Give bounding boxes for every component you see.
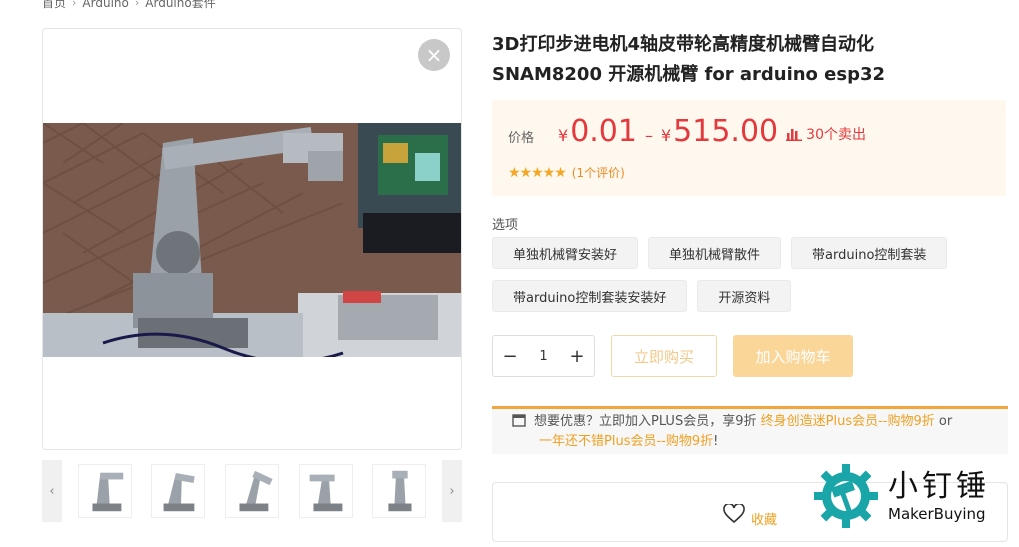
logo-chinese-name: 小钉锤 <box>888 469 990 504</box>
product-title: 3D打印步进电机4轴皮带轮高精度机械臂自动化 SNAM8200 开源机械臂 fo… <box>492 30 992 90</box>
calendar-icon <box>512 414 526 427</box>
price-low: 0.01 <box>570 114 637 149</box>
option-3[interactable]: 带arduino控制套装 <box>791 237 948 269</box>
thumbnail-list <box>62 464 442 518</box>
price-range: ¥ 0.01 – ¥ 515.00 30个卖出 <box>558 114 866 149</box>
breadcrumb-subcategory[interactable]: Arduino套件 <box>145 0 215 11</box>
thumbnail-4[interactable] <box>298 464 353 518</box>
quantity-stepper: − + <box>492 335 595 377</box>
product-title-line-1: 3D打印步进电机4轴皮带轮高精度机械臂自动化 <box>492 34 874 55</box>
star-rating-icon: ★★★★★ <box>508 164 567 181</box>
plus-membership-promo: 想要优惠？立即加入PLUS会员，享9折 终身创造迷Plus会员--购物9折 or… <box>492 406 1008 454</box>
quantity-decrease-button[interactable]: − <box>499 345 521 367</box>
sold-count-text: 30个卖出 <box>806 127 866 143</box>
promo-tail: ! <box>713 434 719 449</box>
quantity-increase-button[interactable]: + <box>566 345 588 367</box>
breadcrumb-category[interactable]: Arduino <box>82 0 128 10</box>
buy-now-button[interactable]: 立即购买 <box>611 335 717 377</box>
breadcrumb-separator: › <box>72 0 77 9</box>
thumbnail-prev-button[interactable]: ‹ <box>42 460 62 522</box>
promo-text: 想要优惠？立即加入PLUS会员，享9折 <box>534 414 757 429</box>
bar-chart-icon <box>786 129 803 141</box>
product-photo[interactable] <box>43 123 462 357</box>
add-to-cart-button[interactable]: 加入购物车 <box>733 335 853 377</box>
quantity-input[interactable] <box>525 348 562 364</box>
logo-english-name: MakerBuying <box>888 505 986 523</box>
chevron-right-icon: › <box>449 483 455 499</box>
product-title-line-2: SNAM8200 开源机械臂 for arduino esp32 <box>492 64 886 85</box>
chevron-left-icon: ‹ <box>49 483 55 499</box>
thumbnail-next-button[interactable]: › <box>442 460 462 522</box>
options-list: 单独机械臂安装好 单独机械臂散件 带arduino控制套装 带arduino控制… <box>492 237 1012 312</box>
currency-symbol: ¥ <box>660 126 672 145</box>
breadcrumb-separator: › <box>134 0 140 9</box>
review-count-link[interactable]: (1个评价) <box>572 164 625 181</box>
price-high: 515.00 <box>673 114 779 149</box>
options-label: 选项 <box>492 218 519 233</box>
close-button[interactable]: × <box>418 39 450 71</box>
maker-buying-logo: 小钉锤 MakerBuying <box>810 460 990 532</box>
rating: ★★★★★ (1个评价) <box>508 164 625 181</box>
thumbnail-strip: ‹ › <box>42 460 462 522</box>
promo-or: or <box>934 414 953 429</box>
thumbnail-2[interactable] <box>151 464 206 518</box>
currency-symbol: ¥ <box>558 126 569 145</box>
option-5[interactable]: 开源资料 <box>697 280 792 312</box>
option-1[interactable]: 单独机械臂安装好 <box>492 237 639 269</box>
option-4[interactable]: 带arduino控制套装安装好 <box>492 280 688 312</box>
price-panel: 价格 ¥ 0.01 – ¥ 515.00 30个卖出 ★★★★★ (1个评价) <box>492 100 1006 196</box>
product-page: 首页 › Arduino › Arduino套件 × ‹ › 3D打印步进电机4… <box>0 0 1019 547</box>
heart-icon <box>723 503 745 523</box>
lifetime-plus-link[interactable]: 终身创造迷Plus会员--购物9折 <box>761 414 935 429</box>
yearly-plus-link[interactable]: 一年还不错Plus会员--购物9折 <box>539 434 713 449</box>
sold-count: 30个卖出 <box>786 124 866 144</box>
thumbnail-3[interactable] <box>224 464 279 518</box>
breadcrumb-home[interactable]: 首页 <box>42 0 66 11</box>
logo-text: 小钉锤 MakerBuying <box>888 469 990 523</box>
close-icon: × <box>425 43 443 67</box>
price-dash: – <box>644 126 653 145</box>
favorite-button[interactable]: 收藏 <box>723 499 777 528</box>
thumbnail-5[interactable] <box>372 464 427 518</box>
product-gallery: × <box>42 28 462 450</box>
favorite-label: 收藏 <box>751 513 778 528</box>
price-label: 价格 <box>508 131 535 146</box>
gear-hammer-logo-icon <box>814 464 878 528</box>
option-2[interactable]: 单独机械臂散件 <box>648 237 782 269</box>
thumbnail-1[interactable] <box>77 464 132 518</box>
breadcrumb: 首页 › Arduino › Arduino套件 <box>42 0 216 11</box>
